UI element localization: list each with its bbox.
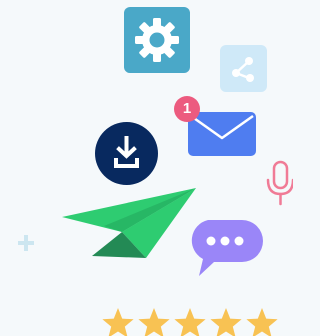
star-icon bbox=[138, 308, 170, 336]
star-icon bbox=[246, 308, 278, 336]
notification-badge: 1 bbox=[174, 96, 200, 122]
gear-icon bbox=[124, 7, 190, 73]
star-icon bbox=[102, 308, 134, 336]
star-icon bbox=[210, 308, 242, 336]
share-icon bbox=[220, 45, 267, 92]
illustration-canvas: 1 bbox=[0, 0, 293, 336]
star-icon bbox=[174, 308, 206, 336]
paper-plane-icon bbox=[62, 188, 196, 258]
download-icon bbox=[95, 122, 158, 185]
microphone-icon bbox=[266, 160, 293, 206]
star-rating bbox=[102, 308, 278, 336]
chat-bubble-icon bbox=[191, 220, 263, 276]
plus-icon bbox=[18, 235, 34, 251]
notification-count: 1 bbox=[182, 100, 192, 117]
